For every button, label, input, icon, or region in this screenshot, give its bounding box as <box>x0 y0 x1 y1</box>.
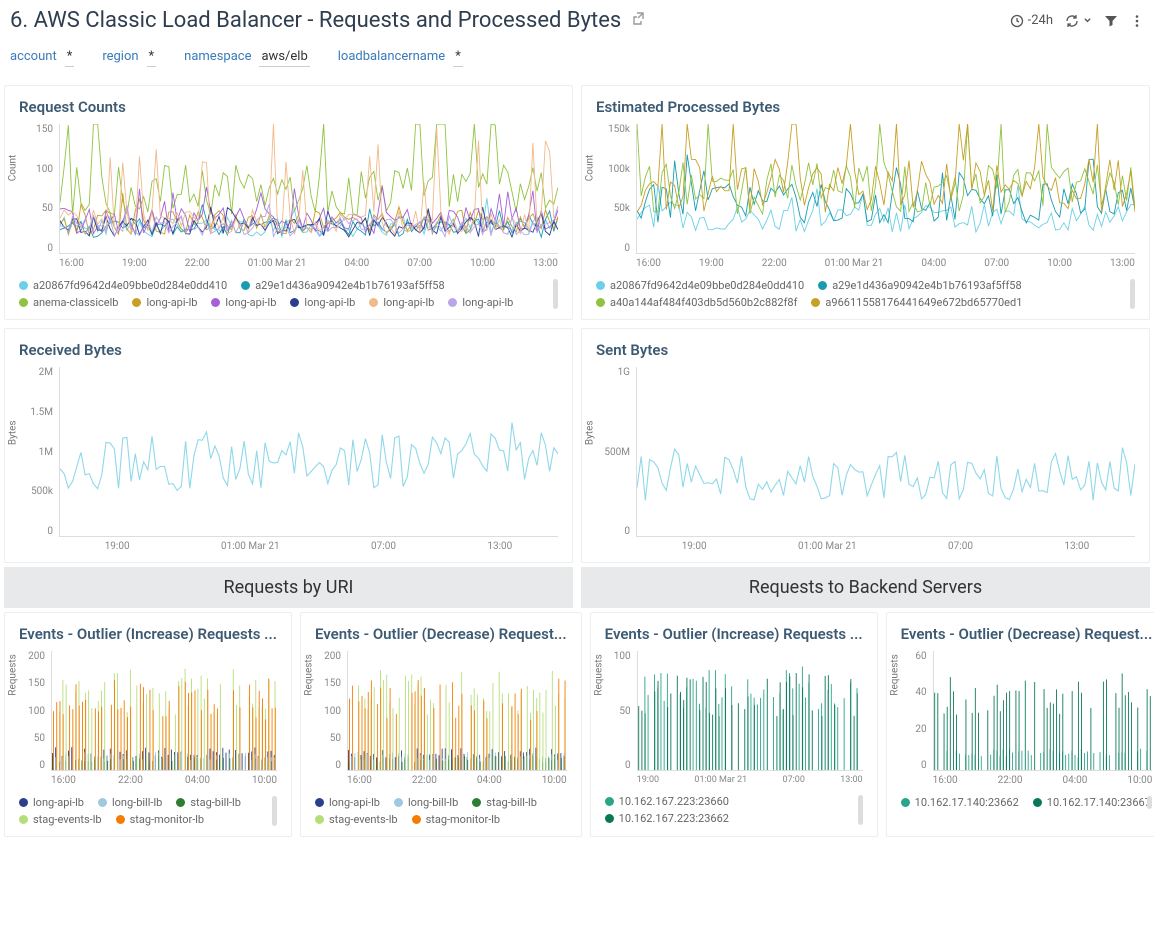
chart-plot <box>636 124 1135 254</box>
x-ticks: 16:0022:0004:0010:00 <box>51 771 277 786</box>
chart-legend: a20867fd9642d4e09bbe0d284e0dd410a29e1d43… <box>19 279 558 309</box>
legend-scrollbar[interactable] <box>1130 279 1135 309</box>
panel-sent-bytes[interactable]: Sent Bytes Bytes 1G500M0 19:0001:00 Mar … <box>581 328 1150 563</box>
panel-title: Estimated Processed Bytes <box>596 98 1135 116</box>
section-header-requests-by-uri: Requests by URI <box>4 567 573 608</box>
legend-scrollbar[interactable] <box>553 279 558 309</box>
filter-namespace[interactable]: namespace aws/elb <box>184 49 310 67</box>
x-ticks: 16:0019:0022:0001:00 Mar 2104:0007:0010:… <box>59 254 558 269</box>
filter-label: region <box>102 49 138 64</box>
panel-uri-decrease[interactable]: Events - Outlier (Decrease) Request... R… <box>300 612 582 837</box>
x-ticks: 19:0001:00 Mar 2107:0013:00 <box>637 771 863 785</box>
chart-legend: long-api-lblong-bill-lbstag-bill-lbstag-… <box>315 796 567 826</box>
y-axis-label: Requests <box>889 654 900 696</box>
clock-icon <box>1010 14 1024 28</box>
chart-legend: long-api-lblong-bill-lbstag-bill-lbstag-… <box>19 796 277 826</box>
legend-scrollbar[interactable] <box>272 796 277 826</box>
y-axis-label: Count <box>8 155 19 182</box>
panel-title: Events - Outlier (Increase) Requests ... <box>19 625 277 643</box>
chart-legend: a20867fd9642d4e09bbe0d284e0dd410a29e1d43… <box>596 279 1135 309</box>
y-axis-label: Requests <box>593 654 604 696</box>
x-ticks: 16:0022:0004:0010:00 <box>347 771 567 786</box>
chart-plot <box>59 367 558 537</box>
refresh-icon <box>1065 14 1079 28</box>
filter-label: loadbalancername <box>338 49 445 64</box>
y-axis-label: Bytes <box>585 420 596 445</box>
x-ticks: 19:0001:00 Mar 2107:0013:00 <box>59 537 558 552</box>
x-ticks: 19:0001:00 Mar 2107:0013:00 <box>636 537 1135 552</box>
chart-legend: 10.162.167.223:2366010.162.167.223:23662 <box>605 795 863 825</box>
y-ticks: 200150100500 <box>315 651 347 771</box>
refresh-button[interactable] <box>1065 14 1092 28</box>
panel-uri-increase[interactable]: Events - Outlier (Increase) Requests ...… <box>4 612 292 837</box>
filter-icon <box>1104 14 1118 28</box>
panel-backend-decrease[interactable]: Events - Outlier (Decrease) Request... R… <box>886 612 1154 837</box>
panel-title: Received Bytes <box>19 341 558 359</box>
panel-request-counts[interactable]: Request Counts Count 150100500 16:0019:0… <box>4 85 573 320</box>
export-icon[interactable] <box>631 11 647 31</box>
legend-scrollbar[interactable] <box>1147 796 1152 809</box>
legend-scrollbar[interactable] <box>858 795 863 825</box>
chart-plot <box>51 651 277 771</box>
panel-received-bytes[interactable]: Received Bytes Bytes 2M1.5M1M500k0 19:00… <box>4 328 573 563</box>
y-ticks: 6040200 <box>901 651 933 771</box>
section-header-requests-backend: Requests to Backend Servers <box>581 567 1150 608</box>
y-axis-label: Requests <box>8 654 19 696</box>
y-ticks: 150k100k50k0 <box>596 124 636 254</box>
y-ticks: 1G500M0 <box>596 367 636 537</box>
y-axis-label: Bytes <box>8 420 19 445</box>
x-ticks: 16:0022:0004:0010:00 <box>933 771 1153 786</box>
y-ticks: 2M1.5M1M500k0 <box>19 367 59 537</box>
y-ticks: 200150100500 <box>19 651 51 771</box>
dashboard-header: 6. AWS Classic Load Balancer - Requests … <box>0 0 1154 41</box>
filter-value: aws/elb <box>259 49 309 67</box>
y-ticks: 150100500 <box>19 124 59 254</box>
panel-processed-bytes[interactable]: Estimated Processed Bytes Count 150k100k… <box>581 85 1150 320</box>
time-range-picker[interactable]: -24h <box>1010 13 1053 28</box>
filter-button[interactable] <box>1104 14 1118 28</box>
panel-title: Events - Outlier (Decrease) Request... <box>315 625 567 643</box>
y-axis-label: Requests <box>303 654 314 696</box>
more-menu-button[interactable] <box>1130 14 1144 28</box>
chart-plot <box>347 651 567 771</box>
filter-region[interactable]: region * <box>102 49 156 67</box>
chart-legend: 10.162.17.140:2366210.162.17.140:23667 <box>901 796 1153 809</box>
chart-plot <box>933 651 1153 771</box>
page-title: 6. AWS Classic Load Balancer - Requests … <box>10 8 621 33</box>
filter-label: account <box>10 49 57 64</box>
y-ticks: 100500 <box>605 651 637 771</box>
time-range-label: -24h <box>1028 13 1053 28</box>
filter-label: namespace <box>184 49 251 64</box>
filter-value: * <box>147 49 157 67</box>
more-vertical-icon <box>1130 14 1144 28</box>
chevron-down-icon <box>1083 16 1092 25</box>
chart-plot <box>636 367 1135 537</box>
filter-value: * <box>65 49 75 67</box>
y-axis-label: Count <box>585 155 596 182</box>
filter-value: * <box>453 49 463 67</box>
filter-account[interactable]: account * <box>10 49 74 67</box>
x-ticks: 16:0019:0022:0001:00 Mar 2104:0007:0010:… <box>636 254 1135 269</box>
chart-plot <box>637 651 863 771</box>
filter-bar: account * region * namespace aws/elb loa… <box>0 41 1154 81</box>
panel-title: Sent Bytes <box>596 341 1135 359</box>
chart-plot <box>59 124 558 254</box>
panel-title: Request Counts <box>19 98 558 116</box>
panel-title: Events - Outlier (Decrease) Request... <box>901 625 1153 643</box>
panel-title: Events - Outlier (Increase) Requests ... <box>605 625 863 643</box>
filter-loadbalancername[interactable]: loadbalancername * <box>338 49 463 67</box>
panel-backend-increase[interactable]: Events - Outlier (Increase) Requests ...… <box>590 612 878 837</box>
